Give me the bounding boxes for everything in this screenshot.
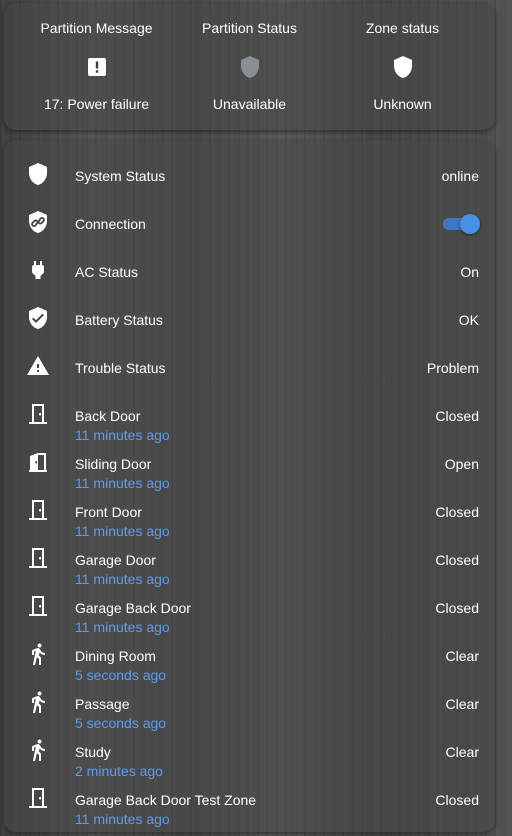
entity-name: AC Status <box>75 264 139 280</box>
shield-check-icon <box>26 306 50 330</box>
glance-partition-status[interactable]: Partition Status Unavailable <box>173 3 326 130</box>
door-closed-icon <box>26 402 50 426</box>
glance-card: Partition Message 17: Power failure Part… <box>4 3 495 130</box>
entity-name: Trouble Status <box>75 360 166 376</box>
glance-state: 17: Power failure <box>43 96 150 112</box>
entity-state: Closed <box>435 408 479 424</box>
entity-row-connection[interactable]: Connection <box>4 198 495 246</box>
entity-row-system-status[interactable]: System Status online <box>4 150 495 198</box>
door-closed-icon <box>26 594 50 618</box>
entity-name: Garage Back Door Test Zone <box>75 792 257 808</box>
entity-name: Study <box>75 744 111 760</box>
door-open-icon <box>26 450 50 474</box>
entity-state: Open <box>444 456 479 472</box>
entity-row-sliding-door[interactable]: Sliding Door 11 minutes ago Open <box>4 438 495 491</box>
glance-name: Zone status <box>365 20 440 36</box>
entity-row-garage-back-door-test-zone[interactable]: Garage Back Door Test Zone 11 minutes ag… <box>4 774 495 827</box>
entity-state: Clear <box>445 648 479 664</box>
entity-state: OK <box>458 312 479 328</box>
door-closed-icon <box>26 498 50 522</box>
entity-name: Back Door <box>75 408 141 424</box>
entity-row-battery-status[interactable]: Battery Status OK <box>4 294 495 342</box>
entity-last-changed: 11 minutes ago <box>75 811 170 827</box>
walk-icon <box>26 642 50 666</box>
shield-icon <box>173 55 326 81</box>
glance-zone-status[interactable]: Zone status Unknown <box>326 3 479 130</box>
entity-state: Clear <box>445 696 479 712</box>
entity-row-garage-door[interactable]: Garage Door 11 minutes ago Closed <box>4 534 495 587</box>
walk-icon <box>26 738 50 762</box>
entity-name: Garage Back Door <box>75 600 191 616</box>
entity-row-ac-status[interactable]: AC Status On <box>4 246 495 294</box>
entity-name: Dining Room <box>75 648 156 664</box>
entity-row-study[interactable]: Study 2 minutes ago Clear <box>4 726 495 779</box>
entity-name: Battery Status <box>75 312 163 328</box>
entity-state: Closed <box>435 552 479 568</box>
walk-icon <box>26 690 50 714</box>
entity-name: System Status <box>75 168 166 184</box>
entity-row-passage[interactable]: Passage 5 seconds ago Clear <box>4 678 495 731</box>
entity-state: Closed <box>435 600 479 616</box>
entity-row-garage-back-door[interactable]: Garage Back Door 11 minutes ago Closed <box>4 582 495 635</box>
entity-state: Clear <box>445 744 479 760</box>
power-plug-icon <box>26 258 50 282</box>
shield-icon <box>26 162 50 186</box>
entity-row-front-door[interactable]: Front Door 11 minutes ago Closed <box>4 486 495 539</box>
entity-row-trouble-status[interactable]: Trouble Status Problem <box>4 342 495 390</box>
entity-state: Problem <box>426 360 479 376</box>
entity-name: Garage Door <box>75 552 156 568</box>
glance-state: Unknown <box>373 96 432 112</box>
shield-icon <box>326 55 479 81</box>
glance-state: Unavailable <box>212 96 287 112</box>
warning-icon <box>26 354 50 378</box>
glance-name: Partition Status <box>202 20 297 36</box>
entity-state: On <box>460 264 479 280</box>
entity-row-back-door[interactable]: Back Door 11 minutes ago Closed <box>4 390 495 443</box>
entities-card: System Status online Connection AC Statu… <box>4 140 495 832</box>
entity-name: Sliding Door <box>75 456 152 472</box>
glance-name: Partition Message <box>40 20 153 36</box>
entity-name: Passage <box>75 696 130 712</box>
alert-box-icon <box>20 55 173 81</box>
entity-state: online <box>441 168 479 184</box>
shield-link-icon <box>26 210 50 234</box>
door-closed-icon <box>26 546 50 570</box>
connection-toggle[interactable] <box>442 214 480 234</box>
entity-row-dining-room[interactable]: Dining Room 5 seconds ago Clear <box>4 630 495 683</box>
toggle-thumb <box>460 214 480 234</box>
glance-partition-message[interactable]: Partition Message 17: Power failure <box>20 3 173 130</box>
entity-state: Closed <box>435 792 479 808</box>
entity-name: Front Door <box>75 504 142 520</box>
entity-state: Closed <box>435 504 479 520</box>
entity-name: Connection <box>75 216 146 232</box>
door-closed-icon <box>26 786 50 810</box>
